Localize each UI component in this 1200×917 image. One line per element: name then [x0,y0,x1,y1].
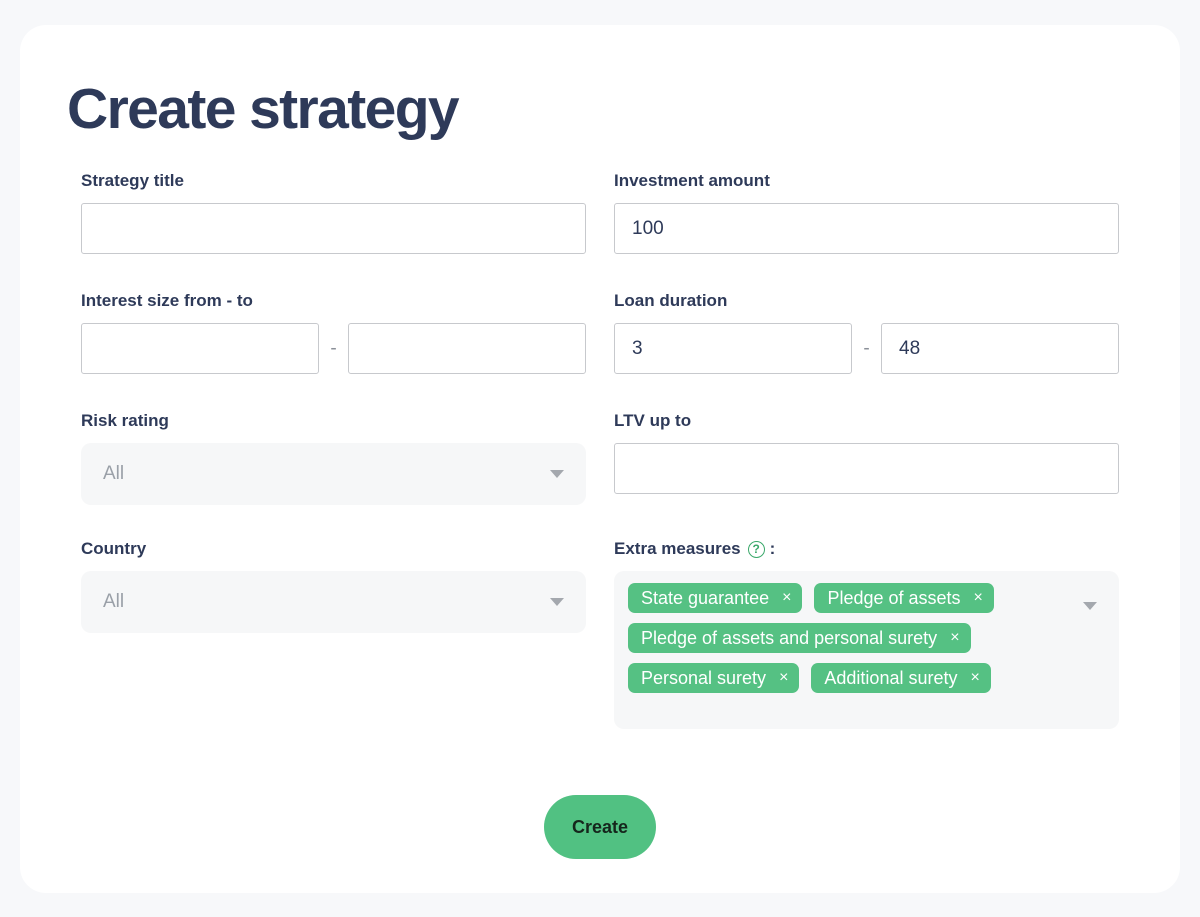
interest-size-pair: - [81,323,586,375]
risk-rating-select[interactable]: All [81,443,586,506]
question-mark-icon[interactable]: ? [747,540,765,558]
field-extra-measures: Extra measures ? : State guarantee × Ple… [614,538,1119,730]
field-loan-duration: Loan duration - [614,290,1119,375]
loan-duration-separator: - [863,338,870,360]
interest-size-from-input[interactable] [81,323,319,375]
tag-label: Pledge of assets [827,587,961,608]
form-row-4: Country All Extra measures ? : State gua… [81,538,1119,730]
field-country: Country All [81,538,586,729]
extra-measures-multiselect[interactable]: State guarantee × Pledge of assets × Ple… [614,571,1119,730]
tag-label: Pledge of assets and personal surety [641,627,938,648]
extra-measures-label-text: Extra measures [614,539,741,559]
interest-size-separator: - [330,338,337,360]
tag-item[interactable]: Pledge of assets × [814,583,994,614]
country-label: Country [81,539,147,559]
close-icon[interactable]: × [779,670,788,686]
loan-duration-from-input[interactable] [614,323,852,375]
chevron-down-icon[interactable] [550,470,564,479]
tag-item[interactable]: Additional surety × [811,663,991,694]
form-actions: Create [20,795,1180,859]
extra-measures-label: Extra measures ? : [614,538,1119,560]
tag-item[interactable]: State guarantee × [628,583,803,614]
tag-item[interactable]: Personal surety × [628,663,800,694]
form-row-3: Risk rating All LTV up to [81,410,1119,506]
close-icon[interactable]: × [974,590,983,606]
close-icon[interactable]: × [782,590,791,606]
ltv-up-to-input[interactable] [614,443,1119,495]
field-risk-rating: Risk rating All [81,410,586,506]
strategy-title-label: Strategy title [81,171,184,190]
field-investment-amount: Investment amount [614,170,1119,255]
tag-label: Personal surety [641,667,767,688]
risk-rating-label: Risk rating [81,411,169,431]
form-row-1: Strategy title Investment amount [81,170,1119,255]
close-icon[interactable]: × [970,670,979,686]
field-strategy-title: Strategy title [81,170,586,255]
create-strategy-card: Create strategy Strategy title Investmen… [20,25,1180,893]
create-button[interactable]: Create [544,795,656,859]
loan-duration-label: Loan duration [614,291,728,311]
investment-amount-label: Investment amount [614,171,770,190]
country-select[interactable]: All [81,571,586,634]
strategy-title-input[interactable] [81,203,586,255]
create-strategy-form: Strategy title Investment amount Interes… [81,170,1119,730]
extra-measures-tag-list: State guarantee × Pledge of assets × Ple… [628,583,1071,694]
form-row-2: Interest size from - to - Loan duration … [81,290,1119,375]
loan-duration-pair: - [614,323,1119,375]
interest-size-to-input[interactable] [348,323,586,375]
field-ltv-up-to: LTV up to [614,410,1119,505]
close-icon[interactable]: × [950,630,959,646]
tag-item[interactable]: Pledge of assets and personal surety × [628,623,971,654]
tag-label: State guarantee [641,587,770,608]
investment-amount-input[interactable] [614,203,1119,255]
tag-label: Additional surety [824,667,958,688]
interest-size-label: Interest size from - to [81,291,253,311]
risk-rating-value: All [103,463,125,485]
chevron-down-icon[interactable] [1083,602,1097,611]
field-interest-size: Interest size from - to - [81,290,586,375]
extra-measures-colon: : [769,539,776,559]
page-title: Create strategy [67,77,460,141]
ltv-up-to-label: LTV up to [614,411,692,431]
country-value: All [103,591,125,613]
loan-duration-to-input[interactable] [881,323,1119,375]
chevron-down-icon[interactable] [550,598,564,607]
